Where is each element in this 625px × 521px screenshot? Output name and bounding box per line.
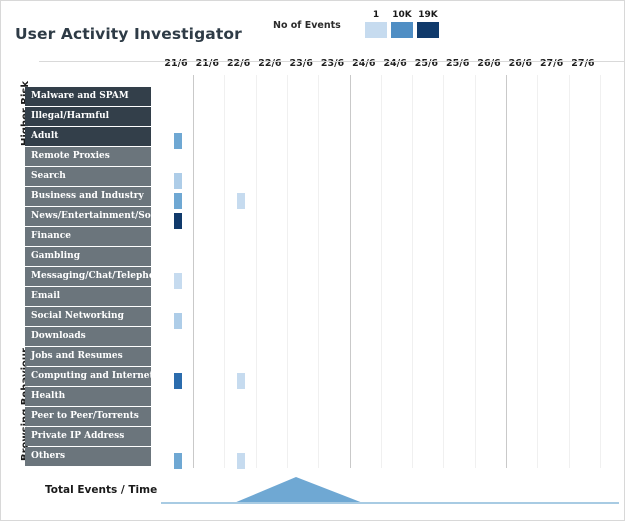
category-row[interactable]: Social Networking (25, 307, 151, 326)
category-row[interactable]: Downloads (25, 327, 151, 346)
x-tick-label: 26/6 (472, 58, 506, 69)
page-title: User Activity Investigator (15, 25, 242, 43)
heatmap-plot-area (161, 87, 619, 468)
gridline-vertical (224, 75, 225, 468)
category-row[interactable]: Gambling (25, 247, 151, 266)
gridline-vertical (256, 75, 257, 468)
gridline-vertical (475, 75, 476, 468)
category-row[interactable]: Adult (25, 127, 151, 146)
x-tick-label: 26/6 (503, 58, 537, 69)
heatmap-cell[interactable] (174, 133, 182, 149)
category-row[interactable]: Finance (25, 227, 151, 246)
category-row[interactable]: Email (25, 287, 151, 306)
legend-stop: 1 (365, 9, 387, 38)
user-activity-investigator-dashboard: User Activity Investigator No of Events … (0, 0, 625, 521)
heatmap-cell[interactable] (174, 213, 182, 229)
x-tick-label: 24/6 (378, 58, 412, 69)
heatmap-cell[interactable] (174, 373, 182, 389)
legend-stop-label: 19K (417, 9, 439, 22)
gridline-vertical (569, 75, 570, 468)
heatmap-cell[interactable] (174, 453, 182, 469)
gridline-vertical (193, 75, 194, 468)
risk-behaviour-separator (39, 61, 625, 62)
legend-stop-label: 1 (365, 9, 387, 22)
gridline-vertical (412, 75, 413, 468)
heatmap-cell[interactable] (174, 193, 182, 209)
x-tick-label: 25/6 (441, 58, 475, 69)
category-row[interactable]: Private IP Address (25, 427, 151, 446)
x-tick-label: 21/6 (190, 58, 224, 69)
gridline-vertical (506, 75, 507, 468)
gridline-vertical (443, 75, 444, 468)
total-events-label: Total Events / Time (45, 484, 157, 496)
heatmap-cell[interactable] (237, 453, 245, 469)
legend-swatch-high (417, 22, 439, 38)
total-events-footer: Total Events / Time (1, 471, 625, 521)
legend-stop-label: 10K (391, 9, 413, 22)
legend-color-scale: 1 10K 19K (365, 9, 439, 38)
category-row[interactable]: Computing and Internet (25, 367, 151, 386)
heatmap-cell[interactable] (174, 273, 182, 289)
category-row[interactable]: Remote Proxies (25, 147, 151, 166)
x-tick-label: 27/6 (535, 58, 569, 69)
x-tick-label: 22/6 (253, 58, 287, 69)
total-events-sparkline (161, 471, 625, 511)
category-row[interactable]: Jobs and Resumes (25, 347, 151, 366)
heatmap-cell[interactable] (174, 313, 182, 329)
x-tick-label: 22/6 (222, 58, 256, 69)
gridline-vertical (318, 75, 319, 468)
x-tick-label: 25/6 (409, 58, 443, 69)
gridline-vertical (600, 75, 601, 468)
x-tick-label: 24/6 (347, 58, 381, 69)
heatmap-cell[interactable] (174, 173, 182, 189)
total-events-area (161, 477, 618, 503)
category-row[interactable]: Peer to Peer/Torrents (25, 407, 151, 426)
gridline-vertical (350, 75, 351, 468)
category-row[interactable]: Others (25, 447, 151, 466)
gridline-vertical (381, 75, 382, 468)
category-row[interactable]: Business and Industry (25, 187, 151, 206)
category-row[interactable]: News/Entertainment/Society (25, 207, 151, 226)
legend-stop: 10K (391, 9, 413, 38)
category-row[interactable]: Illegal/Harmful (25, 107, 151, 126)
x-tick-label: 21/6 (159, 58, 193, 69)
legend-stop: 19K (417, 9, 439, 38)
x-tick-label: 23/6 (316, 58, 350, 69)
legend-title: No of Events (273, 20, 341, 31)
category-row[interactable]: Search (25, 167, 151, 186)
category-row[interactable]: Health (25, 387, 151, 406)
x-tick-label: 27/6 (566, 58, 600, 69)
gridline-vertical (537, 75, 538, 468)
heatmap-cell[interactable] (237, 373, 245, 389)
category-label-column: Malware and SPAMIllegal/HarmfulAdultRemo… (25, 87, 151, 467)
heatmap-cell[interactable] (237, 193, 245, 209)
gridline-vertical (287, 75, 288, 468)
legend-swatch-low (365, 22, 387, 38)
category-row[interactable]: Messaging/Chat/Telephony (25, 267, 151, 286)
legend-swatch-mid (391, 22, 413, 38)
category-row[interactable]: Malware and SPAM (25, 87, 151, 106)
x-tick-label: 23/6 (284, 58, 318, 69)
